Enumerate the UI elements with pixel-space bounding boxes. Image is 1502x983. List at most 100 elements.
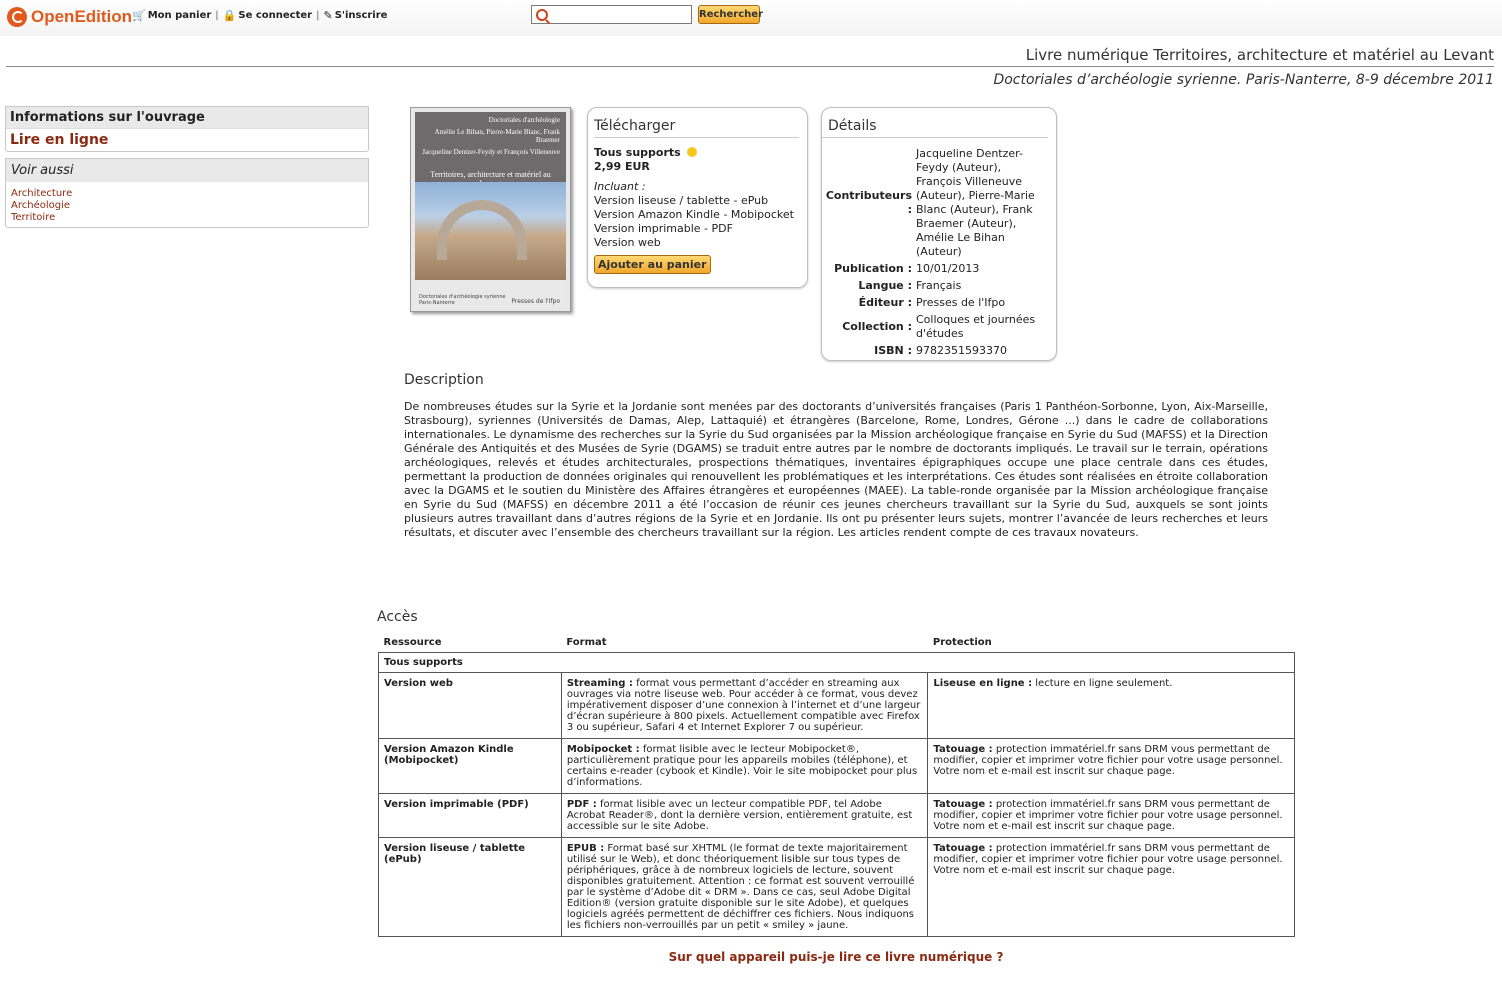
cover-publisher: Presses de l'Ifpo [511, 298, 560, 305]
format-cell: Mobipocket : format lisible avec le lect… [560, 738, 929, 794]
login-link[interactable]: Se connecter [238, 10, 312, 21]
version-item: Version liseuse / tablette - ePub [594, 194, 769, 207]
col-header-format: Format [561, 632, 928, 653]
protection-cell: Tatouage : protection immatériel.fr sans… [927, 793, 1295, 838]
details-key: Contributeurs : [825, 189, 912, 216]
col-header-protection: Protection [927, 632, 1295, 653]
search-icon [536, 9, 548, 21]
table-header-row: Ressource Format Protection [378, 632, 1295, 653]
details-key: Éditeur : [858, 296, 912, 309]
cover-footer-left: Doctoriales d'archéologie syrienne Paris… [419, 294, 506, 306]
protection-lead: Tatouage : [933, 744, 993, 755]
details-row-isbn: ISBN : 9782351593370 [822, 344, 1056, 358]
separator: | [316, 10, 320, 21]
resource-cell: Version imprimable (PDF) [378, 793, 562, 838]
isbn-value: 9782351593370 [916, 344, 1007, 357]
details-key: Langue : [858, 279, 912, 292]
cover-header: Doctoriales d'archéologie Amélie Le Biha… [415, 112, 566, 188]
table-row: Version imprimable (PDF) PDF : format li… [378, 793, 1295, 838]
details-key: Publication : [834, 262, 912, 275]
cover-photo [415, 182, 566, 280]
supports-line: Tous supports [594, 146, 807, 160]
header-divider [6, 66, 1494, 67]
version-item: Version imprimable - PDF [594, 222, 733, 235]
search-button[interactable]: Rechercher [698, 5, 763, 24]
details-row-publication: Publication : 10/01/2013 [822, 262, 1056, 276]
format-cell: EPUB : Format basé sur XHTML (le format … [560, 837, 929, 937]
top-bar: OpenEdition 🛒 Mon panier | 🔒 Se connecte… [0, 0, 1502, 36]
protection-cell: Tatouage : protection immatériel.fr sans… [927, 837, 1295, 937]
page-subtitle: Doctoriales d’archéologie syrienne. Pari… [993, 72, 1494, 88]
see-also-links: Architecture Archéologie Territoire [6, 182, 368, 227]
see-also-block: Voir aussi Architecture Archéologie Terr… [5, 158, 369, 228]
contributors-value[interactable]: Jacqueline Dentzer-Feydy (Auteur), Franç… [916, 147, 1046, 259]
details-row-language: Langue : Français [822, 279, 1056, 293]
cart-link[interactable]: Mon panier [148, 10, 212, 21]
supports-label: Tous supports [594, 146, 681, 159]
book-info-block: Informations sur l'ouvrage Lire en ligne [5, 106, 369, 152]
format-lead: Mobipocket : [566, 744, 640, 755]
group-label: Tous supports [378, 652, 1295, 673]
signup-link[interactable]: S'inscrire [335, 10, 388, 21]
pencil-icon: ✎ [323, 9, 333, 22]
protection-lead: Tatouage : [933, 843, 993, 854]
table-row: Version web Streaming : format vous perm… [378, 672, 1295, 739]
see-also-heading: Voir aussi [6, 159, 368, 182]
table-row: Version liseuse / tablette (ePub) EPUB :… [378, 837, 1295, 937]
lock-icon: 🔒 [222, 9, 237, 22]
which-device-link[interactable]: Sur quel appareil puis-je lire ce livre … [0, 950, 1502, 964]
publication-value: 10/01/2013 [916, 262, 980, 275]
access-title: Accès [377, 609, 418, 625]
description-text: De nombreuses études sur la Syrie et la … [404, 400, 1268, 539]
see-also-link-archeologie[interactable]: Archéologie [11, 200, 363, 212]
resource-cell: Version Amazon Kindle (Mobipocket) [378, 738, 562, 794]
details-row-contributors: Contributeurs : Jacqueline Dentzer-Feydy… [822, 147, 1056, 259]
cover-footer-line: Paris-Nanterre [419, 300, 455, 306]
smiley-icon [686, 147, 697, 157]
format-text: Format basé sur XHTML (le format de text… [566, 843, 915, 931]
cover-authors-1: Amélie Le Bihan, Pierre-Marie Blanc, Fra… [434, 128, 560, 144]
cover-footer: Doctoriales d'archéologie syrienne Paris… [415, 280, 566, 308]
see-also-link-architecture[interactable]: Architecture [11, 188, 363, 200]
format-lead: EPUB : [566, 843, 605, 854]
details-row-publisher: Éditeur : Presses de l'Ifpo [822, 296, 1056, 310]
account-links: 🛒 Mon panier | 🔒 Se connecter | ✎ S'insc… [132, 9, 387, 22]
format-cell: Streaming : format vous permettant d’acc… [560, 672, 929, 739]
protection-cell: Liseuse en ligne : lecture en ligne seul… [927, 672, 1295, 739]
publisher-link[interactable]: Presses de l'Ifpo [916, 296, 1046, 310]
cover-series: Doctoriales d'archéologie [488, 116, 560, 124]
openedition-logo[interactable]: OpenEdition [7, 4, 132, 30]
search-box[interactable] [531, 5, 692, 24]
search-input[interactable] [550, 7, 690, 22]
version-item: Version web [594, 236, 661, 249]
logo-text: OpenEdition [31, 7, 133, 26]
cover-authors-2: Jacqueline Dentzer-Feydy et François Vil… [422, 148, 560, 156]
collection-link[interactable]: Colloques et journées d'études [916, 313, 1046, 341]
price: 2,99 EUR [594, 160, 650, 173]
protection-text: lecture en ligne seulement. [1035, 678, 1173, 689]
format-text: format lisible avec un lecteur compatibl… [566, 799, 913, 832]
sidebar-item-read-online[interactable]: Lire en ligne [6, 128, 368, 151]
table-group-row: Tous supports [378, 652, 1295, 673]
page-title: Livre numérique Territoires, architectur… [1025, 46, 1494, 64]
format-cell: PDF : format lisible avec un lecteur com… [560, 793, 929, 838]
format-lead: Streaming : [566, 678, 633, 689]
details-key: Collection : [842, 320, 912, 333]
openedition-logo-icon [7, 7, 27, 27]
arch-illustration [437, 200, 527, 260]
table-row: Version Amazon Kindle (Mobipocket) Mobip… [378, 738, 1295, 794]
sidebar-item-info[interactable]: Informations sur l'ouvrage [6, 107, 368, 128]
language-value: Français [916, 279, 962, 292]
add-to-cart-button[interactable]: Ajouter au panier [594, 255, 711, 274]
see-also-link-territoire[interactable]: Territoire [11, 212, 363, 224]
protection-lead: Tatouage : [933, 799, 993, 810]
format-lead: PDF : [566, 799, 597, 810]
resource-cell: Version liseuse / tablette (ePub) [378, 837, 562, 937]
download-box: Télécharger Tous supports 2,99 EUR Inclu… [587, 107, 808, 288]
details-key: ISBN : [874, 344, 912, 357]
details-box: Détails Contributeurs : Jacqueline Dentz… [821, 107, 1057, 361]
col-header-resource: Ressource [378, 632, 562, 653]
book-cover[interactable]: Doctoriales d'archéologie Amélie Le Biha… [410, 107, 571, 312]
access-table: Ressource Format Protection Tous support… [378, 632, 1295, 937]
resource-cell: Version web [378, 672, 562, 739]
